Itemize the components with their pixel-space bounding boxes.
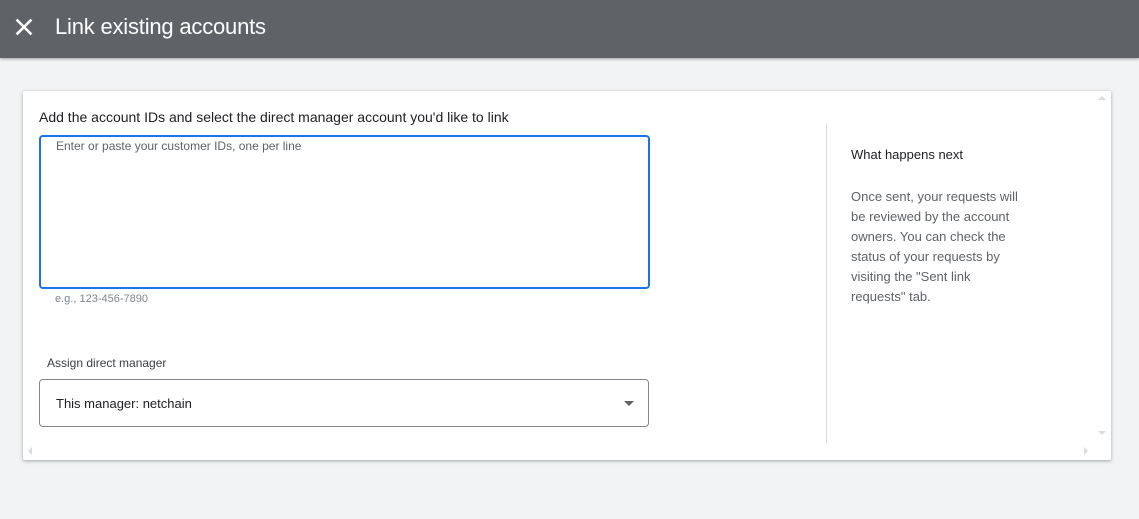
customer-ids-field[interactable] bbox=[39, 135, 650, 289]
dialog-header: Link existing accounts bbox=[0, 0, 1139, 58]
form-instruction: Add the account IDs and select the direc… bbox=[39, 109, 509, 125]
caret-down-icon bbox=[624, 401, 634, 406]
info-title: What happens next bbox=[851, 147, 964, 162]
customer-ids-input[interactable] bbox=[41, 137, 648, 287]
info-body: Once sent, your requests will be reviewe… bbox=[851, 189, 1018, 304]
direct-manager-select[interactable]: This manager: netchain bbox=[39, 379, 649, 427]
section-divider bbox=[826, 123, 827, 443]
link-accounts-card: Add the account IDs and select the direc… bbox=[23, 91, 1111, 460]
direct-manager-label: Assign direct manager bbox=[47, 356, 167, 370]
close-icon[interactable] bbox=[12, 15, 36, 39]
scroll-up-icon[interactable] bbox=[1098, 96, 1106, 100]
direct-manager-value: This manager: netchain bbox=[56, 396, 192, 411]
scroll-down-icon[interactable] bbox=[1098, 431, 1106, 435]
scroll-right-icon[interactable] bbox=[1084, 447, 1088, 455]
dialog-title: Link existing accounts bbox=[55, 14, 266, 39]
scroll-left-icon[interactable] bbox=[28, 447, 32, 455]
customer-ids-hint: e.g., 123-456-7890 bbox=[55, 293, 148, 305]
